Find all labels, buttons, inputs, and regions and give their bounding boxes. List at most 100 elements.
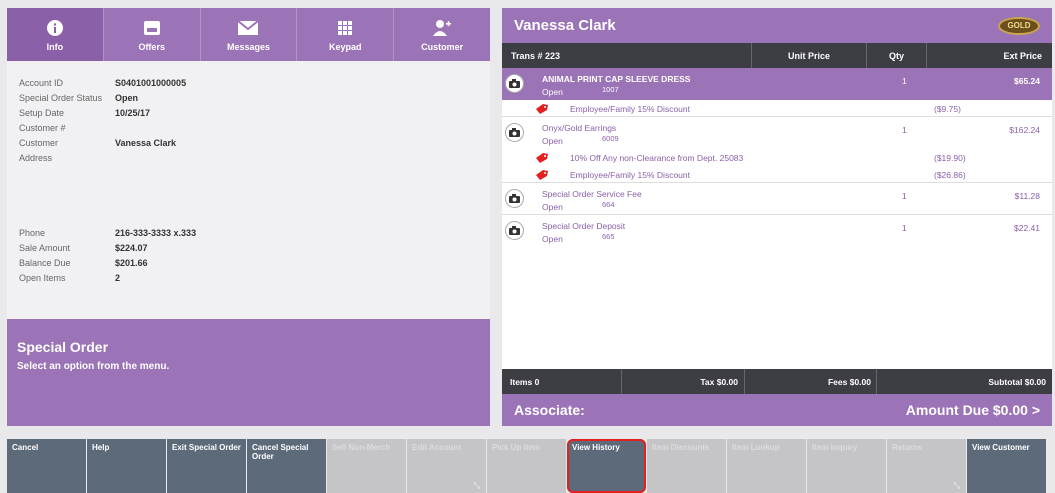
discount-name: Employee/Family 15% Discount xyxy=(570,170,690,180)
item-name: ANIMAL PRINT CAP SLEEVE DRESS xyxy=(542,74,691,84)
line-item[interactable]: Onyx/Gold Earrings Open 6009 1 $162.24 xyxy=(502,117,1052,149)
sort-icon: ⤡ xyxy=(473,481,480,490)
balance-due-value: $201.66 xyxy=(115,257,148,268)
offers-icon xyxy=(143,18,160,38)
sell-non-merch-button[interactable]: Sell Non-Merch xyxy=(327,439,406,493)
special-order-subtitle: Select an option from the menu. xyxy=(17,361,170,372)
setup-date-value: 10/25/17 xyxy=(115,107,151,118)
account-id-value: S0401001000005 xyxy=(115,77,187,88)
address-row: Address xyxy=(19,150,478,165)
gold-badge: GOLD xyxy=(998,16,1040,35)
subtotal: Subtotal $0.00 xyxy=(988,376,1046,387)
discount-tag-icon xyxy=(536,153,548,163)
field-label: Customer # xyxy=(19,122,66,133)
item-status: Open xyxy=(542,202,563,212)
cancel-button[interactable]: Cancel xyxy=(7,439,86,493)
action-bar: Cancel Help Exit Special Order Cancel Sp… xyxy=(7,439,1052,493)
camera-icon xyxy=(505,74,524,93)
customer-value: Vanessa Clark xyxy=(115,137,177,148)
account-id-row: Account ID S0401001000005 xyxy=(19,75,478,90)
tax-total: Tax $0.00 xyxy=(622,369,745,394)
item-qty: 1 xyxy=(902,76,907,86)
status-value: Open xyxy=(115,92,139,103)
special-order-prompt: Special Order Select an option from the … xyxy=(7,319,490,426)
button-label: Returns xyxy=(892,443,923,452)
item-sku: 1007 xyxy=(602,85,619,94)
discount-tag-icon xyxy=(536,170,548,180)
discount-line[interactable]: 10% Off Any non-Clearance from Dept. 250… xyxy=(502,149,1052,166)
line-item[interactable]: ANIMAL PRINT CAP SLEEVE DRESS Open 1007 … xyxy=(502,68,1052,100)
customer-header: Vanessa Clark GOLD xyxy=(502,8,1052,43)
tab-label: Keypad xyxy=(329,41,362,52)
button-label: Pick Up Item xyxy=(492,443,541,452)
field-label: Address xyxy=(19,152,53,163)
camera-icon xyxy=(505,221,524,240)
amount-due-button[interactable]: Amount Due $0.00 > xyxy=(906,402,1040,418)
item-lookup-button[interactable]: Item Lookup xyxy=(727,439,806,493)
discount-amount: ($19.90) xyxy=(934,153,966,163)
returns-button[interactable]: Returns ⤡ xyxy=(887,439,966,493)
item-status: Open xyxy=(542,234,563,244)
field-label: Setup Date xyxy=(19,107,65,118)
line-item[interactable]: Special Order Service Fee Open 664 1 $11… xyxy=(502,183,1052,215)
view-customer-button[interactable]: View Customer xyxy=(967,439,1046,493)
sort-icon: ⤡ xyxy=(953,481,960,490)
tab-messages[interactable]: Messages xyxy=(201,8,298,61)
exit-special-order-button[interactable]: Exit Special Order xyxy=(167,439,246,493)
line-items: ANIMAL PRINT CAP SLEEVE DRESS Open 1007 … xyxy=(502,68,1052,247)
button-label: Item Lookup xyxy=(732,443,780,452)
button-label: Edit Account xyxy=(412,443,462,452)
view-history-button[interactable]: View History xyxy=(567,439,646,493)
associate-label[interactable]: Associate: xyxy=(514,402,906,418)
discount-amount: ($26.86) xyxy=(934,170,966,180)
tab-label: Messages xyxy=(226,41,270,52)
cancel-special-order-button[interactable]: Cancel Special Order xyxy=(247,439,326,493)
button-label: View Customer xyxy=(972,443,1030,452)
item-discounts-button[interactable]: Item Discounts xyxy=(647,439,726,493)
fees-total: Fees $0.00 xyxy=(745,369,877,394)
special-order-title: Special Order xyxy=(17,339,109,355)
item-name: Special Order Service Fee xyxy=(542,189,642,199)
item-sku: 664 xyxy=(602,200,615,209)
tab-keypad[interactable]: Keypad xyxy=(297,8,395,61)
field-label: Phone xyxy=(19,227,46,238)
account-details: Account ID S0401001000005 Special Order S… xyxy=(7,61,490,319)
tab-label: Offers xyxy=(138,41,165,52)
add-customer-icon xyxy=(433,18,452,38)
keypad-icon xyxy=(338,18,353,38)
button-label: Cancel xyxy=(12,443,39,452)
associate-bar: Associate: Amount Due $0.00 > xyxy=(502,394,1052,426)
item-status: Open xyxy=(542,136,563,146)
info-icon xyxy=(46,18,63,38)
discount-name: Employee/Family 15% Discount xyxy=(570,104,690,114)
pick-up-item-button[interactable]: Pick Up Item xyxy=(487,439,566,493)
line-item[interactable]: Special Order Deposit Open 665 1 $22.41 xyxy=(502,215,1052,247)
field-label: Account ID xyxy=(19,77,64,88)
discount-line[interactable]: Employee/Family 15% Discount ($26.86) xyxy=(502,166,1052,183)
help-button[interactable]: Help xyxy=(87,439,166,493)
item-sku: 6009 xyxy=(602,134,619,143)
edit-account-button[interactable]: Edit Account ⤡ xyxy=(407,439,486,493)
phone-value: 216-333-3333 x.333 xyxy=(115,227,197,238)
field-label: Open Items xyxy=(19,272,66,283)
camera-icon xyxy=(505,123,524,142)
item-ext-price: $11.28 xyxy=(1014,191,1040,201)
tab-info[interactable]: Info xyxy=(7,8,104,61)
tab-offers[interactable]: Offers xyxy=(104,8,201,61)
customer-row: Customer Vanessa Clark xyxy=(19,135,478,150)
item-ext-price: $162.24 xyxy=(1009,125,1040,135)
discount-tag-icon xyxy=(536,104,548,114)
item-ext-price: $22.41 xyxy=(1014,223,1040,233)
tab-bar: Info Offers Messages Keypad Customer xyxy=(7,8,490,61)
discount-line[interactable]: Employee/Family 15% Discount ($9.75) xyxy=(502,100,1052,117)
open-items-value: 2 xyxy=(115,272,121,283)
discount-amount: ($9.75) xyxy=(934,104,961,114)
item-sku: 665 xyxy=(602,232,615,241)
button-label: Help xyxy=(92,443,110,452)
field-label: Sale Amount xyxy=(19,242,71,253)
item-inquiry-button[interactable]: Item Inquiry xyxy=(807,439,886,493)
button-label: Sell Non-Merch xyxy=(332,443,391,452)
balance-due-row: Balance Due $201.66 xyxy=(19,255,478,270)
field-label: Customer xyxy=(19,137,59,148)
tab-customer[interactable]: Customer xyxy=(394,8,490,61)
